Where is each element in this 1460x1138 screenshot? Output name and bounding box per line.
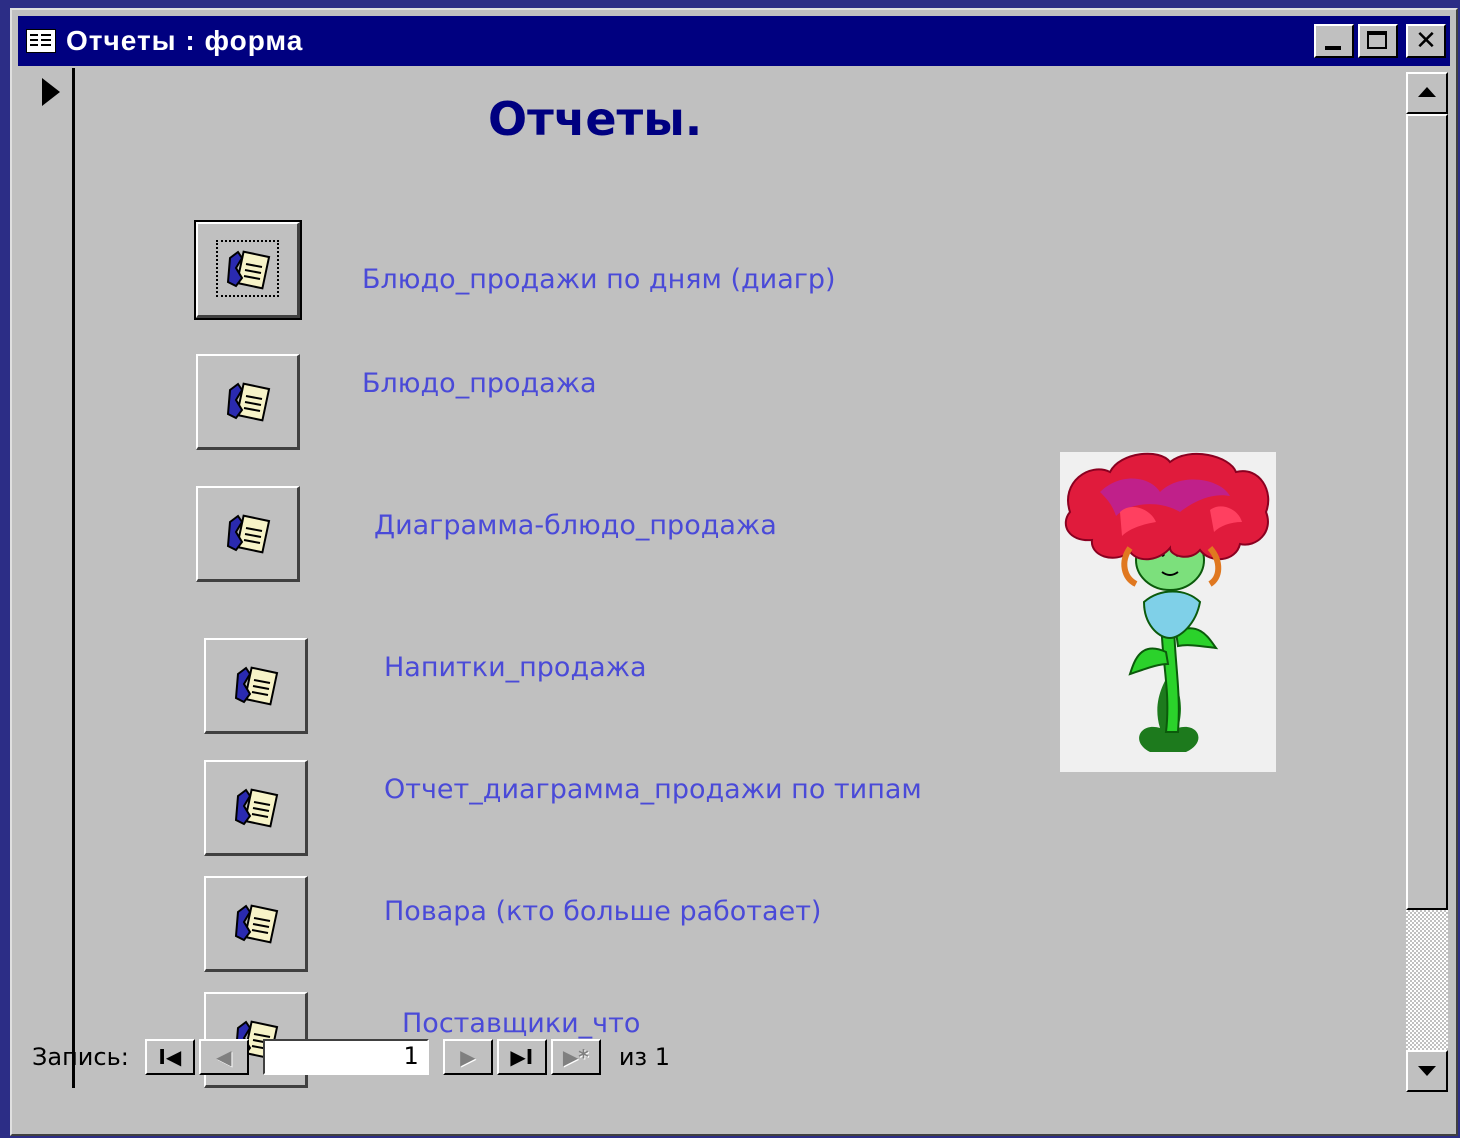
report-icon [234,665,278,706]
form-body: Отчеты. Блюдо_продажи по дням (диагр) Бл [20,68,1452,1128]
first-record-button[interactable]: I◀ [144,1039,195,1075]
report-icon [234,903,278,944]
scroll-up-button[interactable] [1406,72,1448,114]
vertical-scrollbar[interactable] [1406,72,1448,1092]
scroll-thumb[interactable] [1406,114,1448,910]
title-bar[interactable]: Отчеты : форма ✕ [18,16,1450,66]
report-button-1[interactable] [194,220,302,320]
report-button-3[interactable] [196,486,300,582]
flower-picture [1060,452,1276,772]
report-button-4[interactable] [204,638,308,734]
report-icon [226,381,270,422]
current-record-arrow-icon [42,78,60,106]
report-icon [226,249,270,290]
report-label-6: Повара (кто больше работает) [384,896,822,927]
scroll-track[interactable] [1406,910,1448,1050]
minimize-button[interactable] [1314,24,1354,58]
report-button-2[interactable] [196,354,300,450]
next-record-button[interactable]: ▶ [442,1039,493,1075]
report-button-5[interactable] [204,760,308,856]
report-button-6[interactable] [204,876,308,972]
record-count: из 1 [618,1043,671,1071]
current-record-field[interactable]: 1 [262,1039,429,1075]
close-button[interactable]: ✕ [1406,24,1446,58]
window-title: Отчеты : форма [66,25,304,56]
previous-record-button[interactable]: ◀ [198,1039,249,1075]
form-icon [26,29,56,53]
report-label-1: Блюдо_продажи по дням (диагр) [362,264,836,295]
new-record-button[interactable]: ▶* [550,1039,601,1075]
form-heading: Отчеты. [488,92,703,146]
record-navigation-bar: Запись: I◀ ◀ 1 ▶ ▶I ▶* из 1 [20,1034,1452,1080]
report-label-4: Напитки_продажа [384,652,647,683]
form-window: Отчеты : форма ✕ Отчеты. Блюдо_продажи п… [10,8,1458,1136]
window-controls: ✕ [1314,24,1446,58]
report-label-2: Блюдо_продажа [362,368,597,399]
last-record-button[interactable]: ▶I [496,1039,547,1075]
report-icon [226,513,270,554]
maximize-button[interactable] [1358,24,1398,58]
report-label-5: Отчет_диаграмма_продажи по типам [384,774,922,805]
report-icon [234,787,278,828]
report-label-3: Диаграмма-блюдо_продажа [374,510,777,541]
record-label: Запись: [32,1043,129,1071]
record-selector[interactable] [24,68,75,1088]
